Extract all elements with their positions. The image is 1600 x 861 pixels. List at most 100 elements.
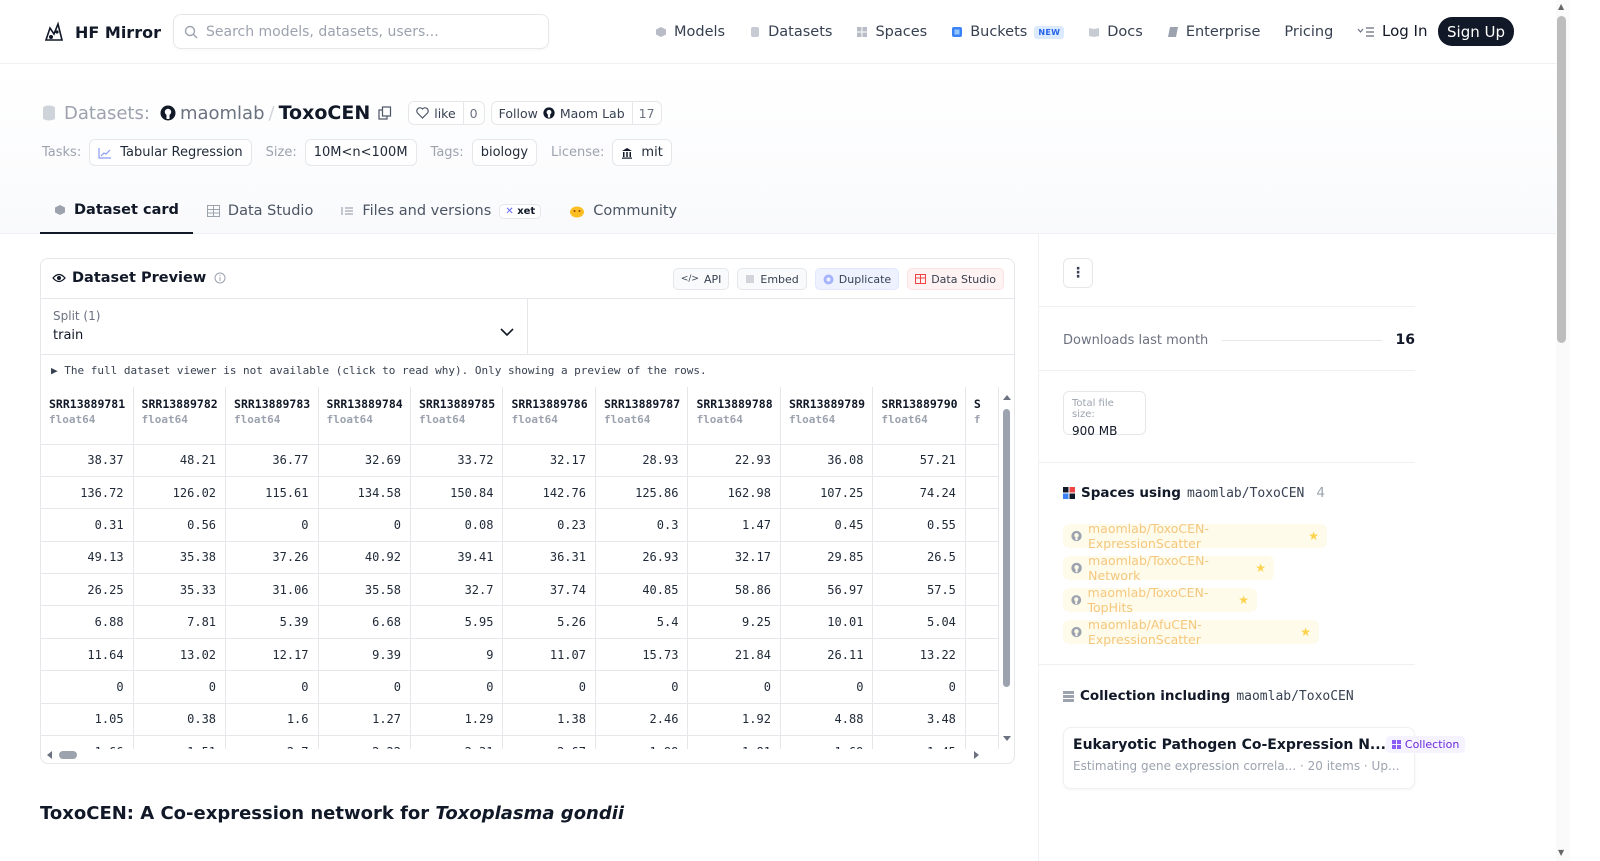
table-cell[interactable]: 4.88 <box>780 703 874 737</box>
table-horizontal-scrollbar[interactable] <box>41 748 999 762</box>
search-input[interactable] <box>206 23 526 40</box>
table-cell[interactable]: 36.77 <box>225 444 319 477</box>
table-cell[interactable]: 1.38 <box>502 703 596 737</box>
table-row[interactable]: 26.25 35.33 31.06 35.58 32.7 37.74 40.85 58.86 5… <box>41 573 999 607</box>
table-cell[interactable]: 0.23 <box>502 508 596 542</box>
table-cell[interactable]: 26.11 <box>780 638 874 672</box>
table-cell[interactable]: 48.21 <box>133 444 227 477</box>
table-cell[interactable]: 21.84 <box>687 638 781 672</box>
column-header[interactable]: Sf <box>965 387 999 445</box>
biology-tag[interactable]: biology <box>471 139 538 166</box>
column-header[interactable]: SRR13889789 float64 <box>780 387 874 445</box>
copy-icon[interactable] <box>378 106 392 120</box>
table-cell[interactable]: 28.93 <box>595 444 689 477</box>
table-cell[interactable]: 0.08 <box>410 508 504 542</box>
tab-community[interactable]: Community <box>555 188 691 234</box>
table-cell[interactable]: 57.21 <box>872 444 966 477</box>
table-cell[interactable]: 58.86 <box>687 573 781 607</box>
table-cell[interactable]: 5.95 <box>410 605 504 639</box>
table-cell[interactable]: 35.38 <box>133 541 227 575</box>
page-scroll-down-icon[interactable]: ▼ <box>1558 848 1564 857</box>
table-row[interactable]: 49.13 35.38 37.26 40.92 39.41 36.31 26.93 32.17… <box>41 541 999 575</box>
table-cell[interactable]: 35.58 <box>318 573 412 607</box>
login-link[interactable]: Log In <box>1382 22 1428 40</box>
table-cell[interactable] <box>965 541 999 575</box>
table-cell[interactable]: 1.92 <box>687 703 781 737</box>
viewer-notice[interactable]: ▶ The full dataset viewer is not availab… <box>51 364 707 377</box>
collection-card[interactable]: Eukaryotic Pathogen Co-Expression N... C… <box>1063 727 1466 789</box>
space-link[interactable]: maomlab/ToxoCEN-Network ★ <box>1063 553 1274 583</box>
table-cell[interactable]: 2.67 <box>502 735 596 749</box>
table-cell[interactable]: 1.05 <box>41 703 134 737</box>
table-cell[interactable]: 56.97 <box>780 573 874 607</box>
brand-logo[interactable]: HF Mirror <box>42 20 161 44</box>
table-cell[interactable]: 0 <box>595 670 689 704</box>
table-cell[interactable]: 1.29 <box>410 703 504 737</box>
page-scroll-up-icon[interactable]: ▲ <box>1558 2 1564 11</box>
nav-models[interactable]: Models <box>655 24 725 40</box>
table-row[interactable]: 11.64 13.02 12.17 9.39 9 11.07 15.73 21.84 26.11… <box>41 638 999 672</box>
table-cell[interactable]: 125.86 <box>595 476 689 510</box>
scroll-right-icon[interactable] <box>973 750 981 760</box>
table-cell[interactable]: 5.04 <box>872 605 966 639</box>
table-cell[interactable]: 1.27 <box>318 703 412 737</box>
table-cell[interactable]: 12.17 <box>225 638 319 672</box>
column-header[interactable]: SRR13889782 float64 <box>133 387 227 445</box>
tab-dataset-card[interactable]: Dataset card <box>40 188 193 234</box>
table-cell[interactable]: 0 <box>687 670 781 704</box>
table-cell[interactable]: 26.93 <box>595 541 689 575</box>
table-vertical-scroll-thumb[interactable] <box>1003 409 1010 687</box>
table-cell[interactable] <box>965 670 999 704</box>
table-row[interactable]: 0000000000 <box>41 670 999 704</box>
table-cell[interactable]: 150.84 <box>410 476 504 510</box>
duplicate-button[interactable]: Duplicate <box>814 268 900 290</box>
table-cell[interactable]: 32.17 <box>687 541 781 575</box>
tab-files-and-versions[interactable]: Files and versions ✕ xet <box>327 188 555 234</box>
table-cell[interactable]: 1.6 <box>225 703 319 737</box>
table-cell[interactable] <box>965 703 999 737</box>
table-cell[interactable] <box>965 638 999 672</box>
repo-name[interactable]: ToxoCEN <box>279 102 371 124</box>
repo-owner[interactable]: maomlab <box>160 103 265 124</box>
table-cell[interactable]: 5.26 <box>502 605 596 639</box>
table-cell[interactable]: 1.99 <box>595 735 689 749</box>
more-menu-button[interactable] <box>1357 26 1375 38</box>
table-cell[interactable]: 1.51 <box>133 735 227 749</box>
info-icon[interactable] <box>214 272 226 284</box>
space-link[interactable]: maomlab/AfuCEN-ExpressionScatter ★ <box>1063 617 1319 647</box>
table-cell[interactable]: 6.88 <box>41 605 134 639</box>
table-cell[interactable]: 1.81 <box>687 735 781 749</box>
column-header[interactable]: SRR13889788 float64 <box>687 387 781 445</box>
table-cell[interactable]: 13.02 <box>133 638 227 672</box>
table-cell[interactable]: 7.81 <box>133 605 227 639</box>
table-cell[interactable] <box>965 508 999 542</box>
nav-buckets[interactable]: Buckets NEW <box>951 24 1065 40</box>
table-row[interactable]: 136.72 126.02 115.61 134.58 150.84 142.76 125.… <box>41 476 999 510</box>
table-vertical-scrollbar[interactable] <box>1002 391 1012 743</box>
nav-docs[interactable]: Docs <box>1088 24 1143 40</box>
nav-enterprise[interactable]: Enterprise <box>1167 24 1260 40</box>
nav-datasets[interactable]: Datasets <box>749 24 832 40</box>
scroll-up-icon[interactable] <box>1002 393 1012 401</box>
table-cell[interactable]: 35.33 <box>133 573 227 607</box>
table-cell[interactable]: 1.66 <box>41 735 134 749</box>
column-header[interactable]: SRR13889784 float64 <box>318 387 412 445</box>
table-cell[interactable]: 1.47 <box>687 508 781 542</box>
column-header[interactable]: SRR13889787 float64 <box>595 387 689 445</box>
table-horizontal-scroll-thumb[interactable] <box>59 751 77 759</box>
table-cell[interactable]: 0.38 <box>133 703 227 737</box>
table-cell[interactable]: 31.06 <box>225 573 319 607</box>
table-cell[interactable]: 2.31 <box>410 735 504 749</box>
table-row[interactable]: 1.661.512.72.222.312.671.991.811.691.45 <box>41 735 999 749</box>
table-cell[interactable]: 9 <box>410 638 504 672</box>
table-cell[interactable]: 0.31 <box>41 508 134 542</box>
table-cell[interactable]: 134.58 <box>318 476 412 510</box>
space-link[interactable]: maomlab/ToxoCEN-TopHits ★ <box>1063 585 1257 615</box>
follow-button[interactable]: Follow Maom Lab 17 <box>490 101 662 125</box>
table-cell[interactable]: 32.7 <box>410 573 504 607</box>
table-cell[interactable]: 0 <box>410 670 504 704</box>
table-cell[interactable]: 37.74 <box>502 573 596 607</box>
table-cell[interactable]: 142.76 <box>502 476 596 510</box>
table-cell[interactable]: 26.5 <box>872 541 966 575</box>
table-cell[interactable]: 74.24 <box>872 476 966 510</box>
